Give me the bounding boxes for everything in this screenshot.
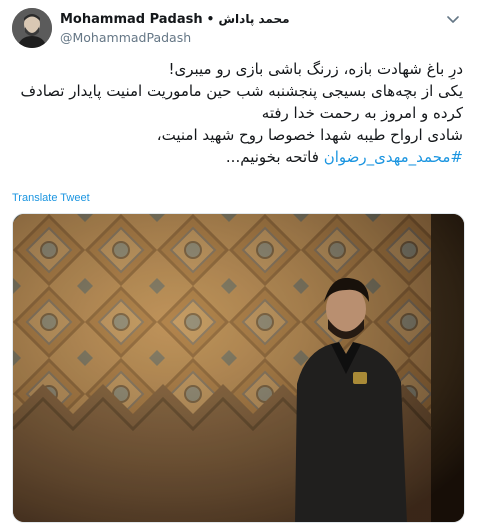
avatar[interactable] (12, 8, 52, 48)
author-names: Mohammad Padash • محمد پاداش @MohammadPa… (60, 10, 290, 46)
display-name[interactable]: Mohammad Padash (60, 12, 203, 27)
tweet-header: Mohammad Padash • محمد پاداش @MohammadPa… (12, 8, 465, 48)
tweet-card: Mohammad Padash • محمد پاداش @MohammadPa… (0, 0, 477, 529)
translate-tweet-link[interactable]: Translate Tweet (12, 192, 90, 204)
tweet-line: شادی ارواح طیبه شهدا خصوصا روح شهید امنی… (156, 126, 463, 144)
display-name-suffix: • محمد پاداش (206, 12, 290, 26)
user-handle[interactable]: @MohammadPadash (60, 30, 290, 45)
hashtag-link[interactable]: #محمد_مهدی_رضوان (324, 148, 463, 166)
tweet-photo[interactable] (12, 213, 465, 523)
tweet-line: کرده و امروز به رحمت خدا رفته (261, 104, 463, 122)
tweet-line: یکی از بچه‌های بسیجی پنجشنبه شب حین مامو… (20, 82, 463, 100)
tweet-line-tail: فاتحه بخونیم... (225, 148, 324, 166)
chevron-down-icon[interactable] (443, 10, 463, 30)
tweet-text: درِ باغ شهادت بازه، زرنگ باشی بازی رو می… (13, 58, 463, 168)
tweet-line: درِ باغ شهادت بازه، زرنگ باشی بازی رو می… (168, 60, 463, 78)
tweet-line-last: #محمد_مهدی_رضوان فاتحه بخونیم... (13, 146, 463, 168)
